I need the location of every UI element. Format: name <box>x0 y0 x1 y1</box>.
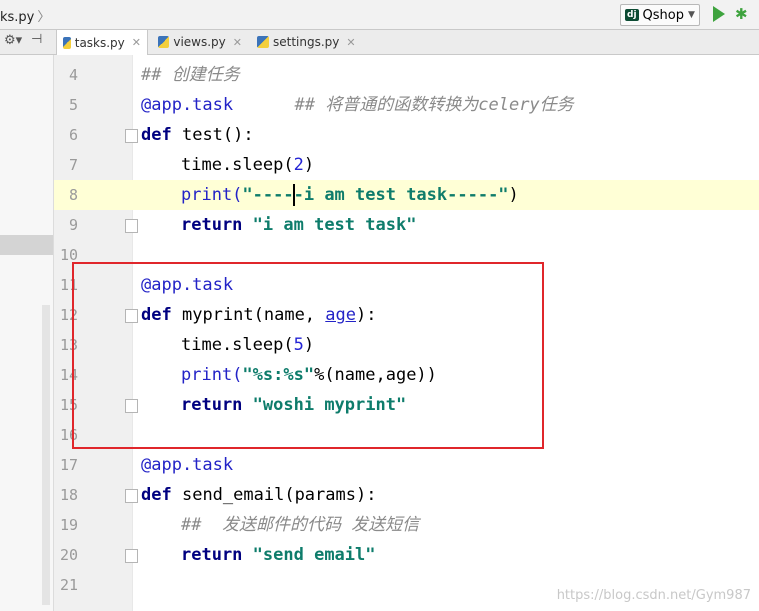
breadcrumb[interactable]: ks.py 〉 <box>0 6 50 25</box>
editor-tab-bar: ⚙▾ ⊣ tasks.py ✕ views.py ✕ settings.py ✕ <box>0 30 759 55</box>
comment: ## 发送邮件的代码 发送短信 <box>181 515 420 535</box>
tab-tasks[interactable]: tasks.py ✕ <box>56 30 148 55</box>
run-icon[interactable] <box>713 6 725 22</box>
python-file-icon <box>257 36 269 48</box>
collapse-icon[interactable]: ⊣ <box>31 32 42 47</box>
chevron-right-icon: 〉 <box>37 10 51 25</box>
decorator: @app.task <box>141 455 234 475</box>
tab-settings[interactable]: settings.py ✕ <box>251 30 363 54</box>
python-file-icon <box>63 36 71 49</box>
string-literal: "---- <box>242 185 294 205</box>
function-name: send_email <box>181 485 285 505</box>
project-panel <box>0 55 54 611</box>
comment: ## 将普通的函数转换为celery任务 <box>294 95 574 115</box>
function-name: test <box>181 125 223 145</box>
line-number: 6 <box>68 126 78 144</box>
project-tree-selected-row[interactable] <box>0 235 53 255</box>
tab-label: tasks.py <box>74 35 125 50</box>
string-literal: -i am test task-----" <box>293 185 509 205</box>
line-number: 4 <box>68 66 78 84</box>
line-number: 20 <box>59 546 78 564</box>
code-text: ) <box>303 155 315 175</box>
string-literal: "send email" <box>252 545 376 565</box>
string-literal: "i am test task" <box>252 215 417 235</box>
code-text: time.sleep( <box>181 155 294 175</box>
comment: ## 创建任务 <box>141 65 240 85</box>
code-line[interactable]: 19 ## 发送邮件的代码 发送短信 <box>54 510 759 540</box>
line-number: 21 <box>59 576 78 594</box>
close-icon[interactable]: ✕ <box>233 36 242 49</box>
watermark: https://blog.csdn.net/Gym987 <box>556 588 751 603</box>
run-configuration-label: Qshop <box>642 7 684 23</box>
chevron-down-icon: ▼ <box>687 10 695 20</box>
close-icon[interactable]: ✕ <box>346 36 355 49</box>
code-line[interactable]: 7 time.sleep(2) <box>54 150 759 180</box>
debug-icon[interactable]: ✱ <box>735 5 748 23</box>
fold-marker-icon[interactable] <box>125 129 138 143</box>
code-text: (): <box>222 125 254 145</box>
code-text: print( <box>181 185 243 205</box>
highlight-annotation-box <box>72 262 544 449</box>
django-icon: dj <box>625 9 639 21</box>
decorator: @app.task <box>141 95 234 115</box>
line-number: 18 <box>59 486 78 504</box>
line-number: 8 <box>68 186 78 204</box>
code-line[interactable]: 5 @app.task ## 将普通的函数转换为celery任务 <box>54 90 759 120</box>
number-literal: 2 <box>293 155 304 175</box>
keyword: def <box>141 485 172 505</box>
line-number: 9 <box>68 216 78 234</box>
line-number: 5 <box>68 96 78 114</box>
current-code-line[interactable]: 8 print("-----i am test task-----") <box>54 180 759 210</box>
tab-label: views.py <box>173 35 226 49</box>
tab-views[interactable]: views.py ✕ <box>152 30 248 54</box>
code-line[interactable]: 9 return "i am test task" <box>54 210 759 240</box>
code-line[interactable]: 17 @app.task <box>54 450 759 480</box>
fold-end-icon[interactable] <box>125 549 138 563</box>
code-text: (params): <box>284 485 377 505</box>
code-line[interactable]: 20 return "send email" <box>54 540 759 570</box>
code-text: ) <box>508 185 519 205</box>
keyword: def <box>141 125 172 145</box>
code-line[interactable]: 18 def send_email(params): <box>54 480 759 510</box>
fold-marker-icon[interactable] <box>125 489 138 503</box>
navigation-bar: ks.py 〉 dj Qshop ▼ ✱ <box>0 0 759 30</box>
fold-end-icon[interactable] <box>125 219 138 233</box>
keyword: return <box>181 215 243 235</box>
keyword: return <box>181 545 243 565</box>
tab-label: settings.py <box>273 35 340 49</box>
line-number: 17 <box>59 456 78 474</box>
scrollbar[interactable] <box>42 305 50 605</box>
code-line[interactable]: 6 def test(): <box>54 120 759 150</box>
line-number: 19 <box>59 516 78 534</box>
line-number: 7 <box>68 156 78 174</box>
close-icon[interactable]: ✕ <box>132 36 141 49</box>
gear-icon[interactable]: ⚙▾ <box>4 33 22 48</box>
code-line[interactable]: 4 ## 创建任务 <box>54 60 759 90</box>
run-configuration-select[interactable]: dj Qshop ▼ <box>620 4 700 26</box>
python-file-icon <box>158 36 170 48</box>
